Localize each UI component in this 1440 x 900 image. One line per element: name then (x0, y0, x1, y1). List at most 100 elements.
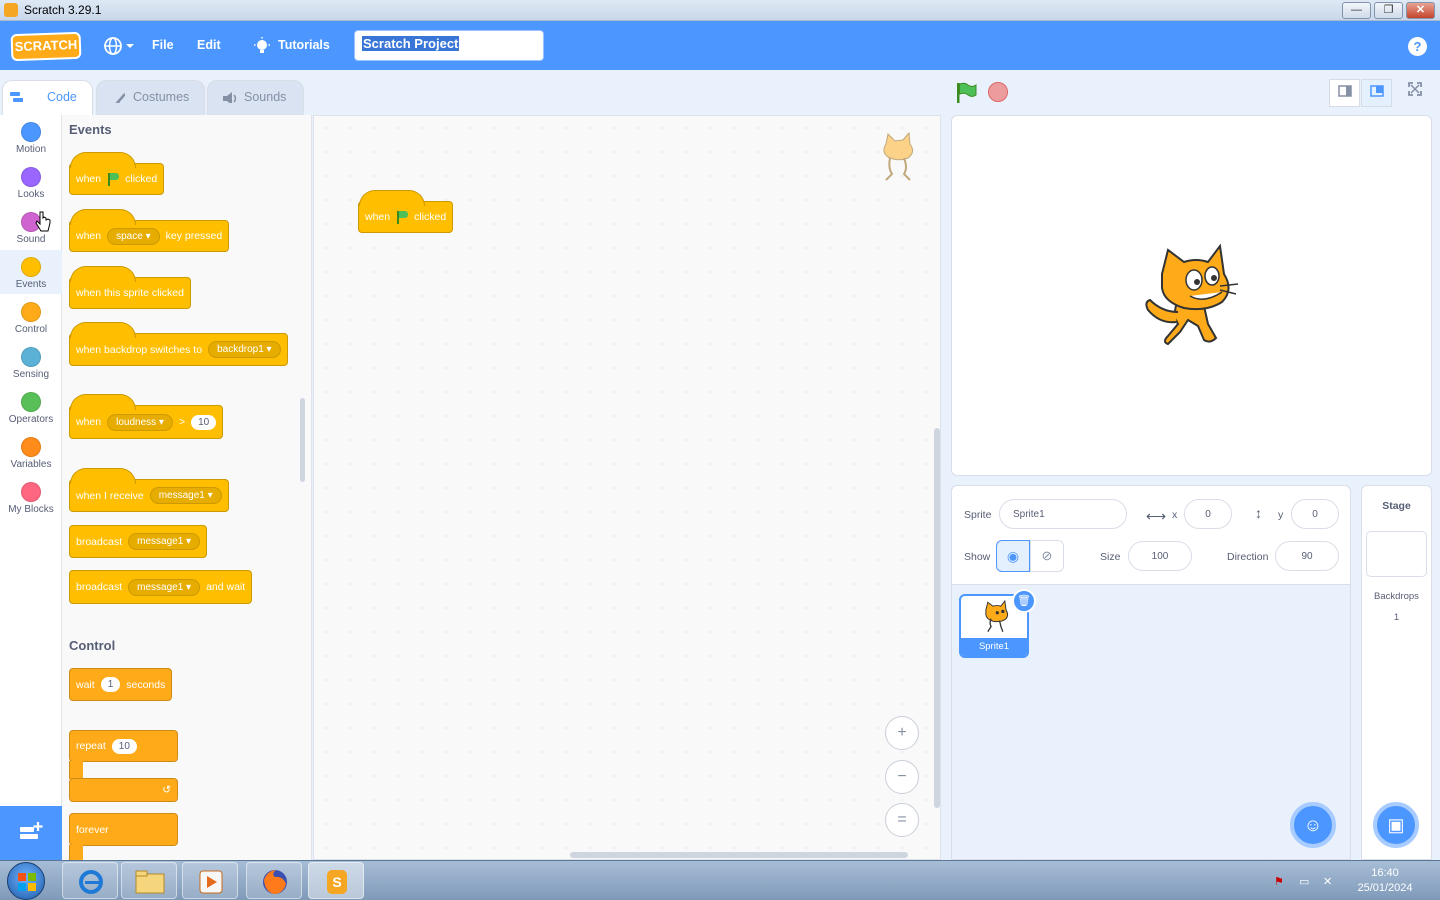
category-sensing[interactable]: Sensing (0, 340, 62, 384)
hat-cap (359, 190, 425, 206)
tab-costumes[interactable]: Costumes (96, 80, 205, 115)
category-variables[interactable]: Variables (0, 430, 62, 474)
taskbar-file-explorer[interactable] (121, 862, 177, 899)
clock-date: 25/01/2024 (1357, 882, 1413, 894)
minimize-button[interactable]: — (1342, 2, 1371, 19)
script-vertical-scrollbar[interactable] (934, 428, 940, 808)
category-operators[interactable]: Operators (0, 385, 62, 429)
category-my-blocks[interactable]: My Blocks (0, 475, 62, 519)
when-loudness-block[interactable]: when loudness ▾ >10 (69, 394, 224, 439)
hide-sprite-button[interactable]: ⊘ (1030, 540, 1064, 572)
choose-sprite-button[interactable]: ☺ (1290, 802, 1336, 848)
x-position-input[interactable]: 0 (1184, 499, 1232, 529)
category-looks[interactable]: Looks (0, 160, 62, 204)
taskbar-scratch[interactable]: S (308, 862, 364, 899)
forever-block[interactable]: forever (69, 813, 178, 846)
tutorials-button[interactable]: Tutorials (253, 36, 343, 56)
broadcast-and-wait-block[interactable]: broadcast message1 ▾ and wait (69, 570, 253, 604)
palette-scrollbar[interactable] (300, 398, 305, 482)
direction-input[interactable]: 90 (1275, 541, 1339, 571)
sprite-thumbnail-name: Sprite1 (961, 638, 1027, 656)
when-backdrop-switches-block[interactable]: when backdrop switches to backdrop1 ▾ (69, 322, 288, 366)
scratch-logo[interactable]: SCRATCH (10, 31, 82, 62)
green-flag-button[interactable] (955, 82, 977, 104)
close-window-button[interactable]: ✕ (1406, 2, 1435, 19)
tab-sounds-label: Sounds (244, 90, 287, 104)
category-sound[interactable]: Sound (0, 205, 62, 249)
message-dropdown[interactable]: message1 ▾ (149, 487, 222, 504)
threshold-input[interactable]: 10 (191, 414, 217, 430)
block-text: forever (76, 823, 109, 836)
hat-cap (70, 152, 136, 168)
small-stage-button[interactable] (1329, 79, 1360, 107)
block-text: when (76, 230, 102, 242)
tray-volume-muted-icon[interactable]: ✕ (1323, 875, 1337, 889)
sensor-dropdown[interactable]: loudness ▾ (107, 413, 173, 431)
broadcast-block[interactable]: broadcast message1 ▾ (69, 525, 208, 558)
block-text: > (178, 416, 186, 428)
project-title-text: Scratch Project (362, 36, 460, 51)
tab-sounds[interactable]: Sounds (207, 80, 304, 115)
block-text: and wait (206, 581, 246, 593)
sprite-name-input[interactable]: Sprite1 (999, 499, 1127, 529)
add-extension-icon (20, 822, 43, 839)
y-position-input[interactable]: 0 (1291, 499, 1339, 529)
stop-button[interactable] (988, 82, 1008, 102)
category-motion[interactable]: Motion (0, 115, 62, 159)
project-title-input[interactable]: Scratch Project (354, 30, 544, 61)
file-menu[interactable]: File (152, 38, 174, 52)
tray-flag-icon[interactable]: ⚑ (1274, 875, 1288, 889)
start-button[interactable] (7, 862, 45, 900)
taskbar-clock[interactable]: 16:40 25/01/2024 (1350, 866, 1420, 896)
size-input[interactable]: 100 (1128, 541, 1192, 571)
show-sprite-button[interactable]: ◉ (996, 540, 1030, 572)
sensing-dot (21, 347, 41, 367)
key-dropdown[interactable]: space ▾ (107, 227, 160, 245)
trash-icon: 🗑 (1017, 595, 1031, 607)
fullscreen-button[interactable] (1399, 79, 1430, 107)
green-flag-icon (396, 211, 409, 224)
variables-dot (21, 437, 41, 457)
when-i-receive-block[interactable]: when I receive message1 ▾ (69, 468, 229, 512)
message-dropdown[interactable]: message1 ▾ (128, 533, 201, 550)
zoom-out-button[interactable]: − (885, 760, 919, 794)
taskbar-firefox[interactable] (246, 862, 302, 899)
dropdown-value: message1 (137, 581, 184, 593)
stage-thumbnail[interactable] (1366, 531, 1427, 577)
delete-sprite-button[interactable]: 🗑 (1012, 589, 1036, 613)
script-when-flag-clicked-block[interactable]: when clicked (358, 190, 454, 233)
hat-cap (70, 468, 136, 484)
large-stage-button[interactable] (1361, 79, 1392, 107)
when-sprite-clicked-block[interactable]: when this sprite clicked (69, 266, 191, 309)
when-flag-clicked-block[interactable]: when clicked (69, 152, 165, 195)
seconds-input[interactable]: 1 (100, 677, 121, 692)
maximize-button[interactable]: ❐ (1374, 2, 1403, 19)
tray-network-icon[interactable]: ▭ (1299, 875, 1313, 889)
when-key-pressed-block[interactable]: when space ▾ key pressed (69, 209, 230, 252)
zoom-in-button[interactable]: + (885, 716, 919, 750)
taskbar-media-player[interactable] (182, 862, 238, 899)
add-extension-button[interactable] (0, 806, 62, 860)
hat-cap (70, 394, 136, 410)
control-heading: Control (69, 638, 116, 653)
cat-sprite-on-stage[interactable] (1138, 240, 1242, 350)
zoom-reset-button[interactable]: = (885, 803, 919, 837)
edit-menu[interactable]: Edit (197, 38, 221, 52)
category-label: Motion (15, 144, 46, 155)
backdrop-dropdown[interactable]: backdrop1 ▾ (208, 341, 281, 358)
category-label: Events (15, 279, 47, 290)
tab-code[interactable]: Code (2, 80, 93, 116)
choose-backdrop-button[interactable]: ▣ (1373, 802, 1419, 848)
help-icon[interactable]: ? (1408, 37, 1427, 56)
hat-cap (70, 322, 136, 338)
language-menu[interactable] (103, 36, 137, 56)
wait-seconds-block[interactable]: wait 1 seconds (69, 668, 173, 701)
repeat-block[interactable]: repeat 10 (69, 730, 178, 762)
script-horizontal-scrollbar[interactable] (570, 852, 908, 858)
category-control[interactable]: Control (0, 295, 62, 339)
category-events[interactable]: Events (0, 250, 62, 294)
message-dropdown[interactable]: message1 ▾ (128, 578, 201, 596)
block-text: when (365, 211, 391, 223)
repeat-count-input[interactable]: 10 (111, 738, 137, 754)
taskbar-internet-explorer[interactable] (62, 862, 118, 899)
